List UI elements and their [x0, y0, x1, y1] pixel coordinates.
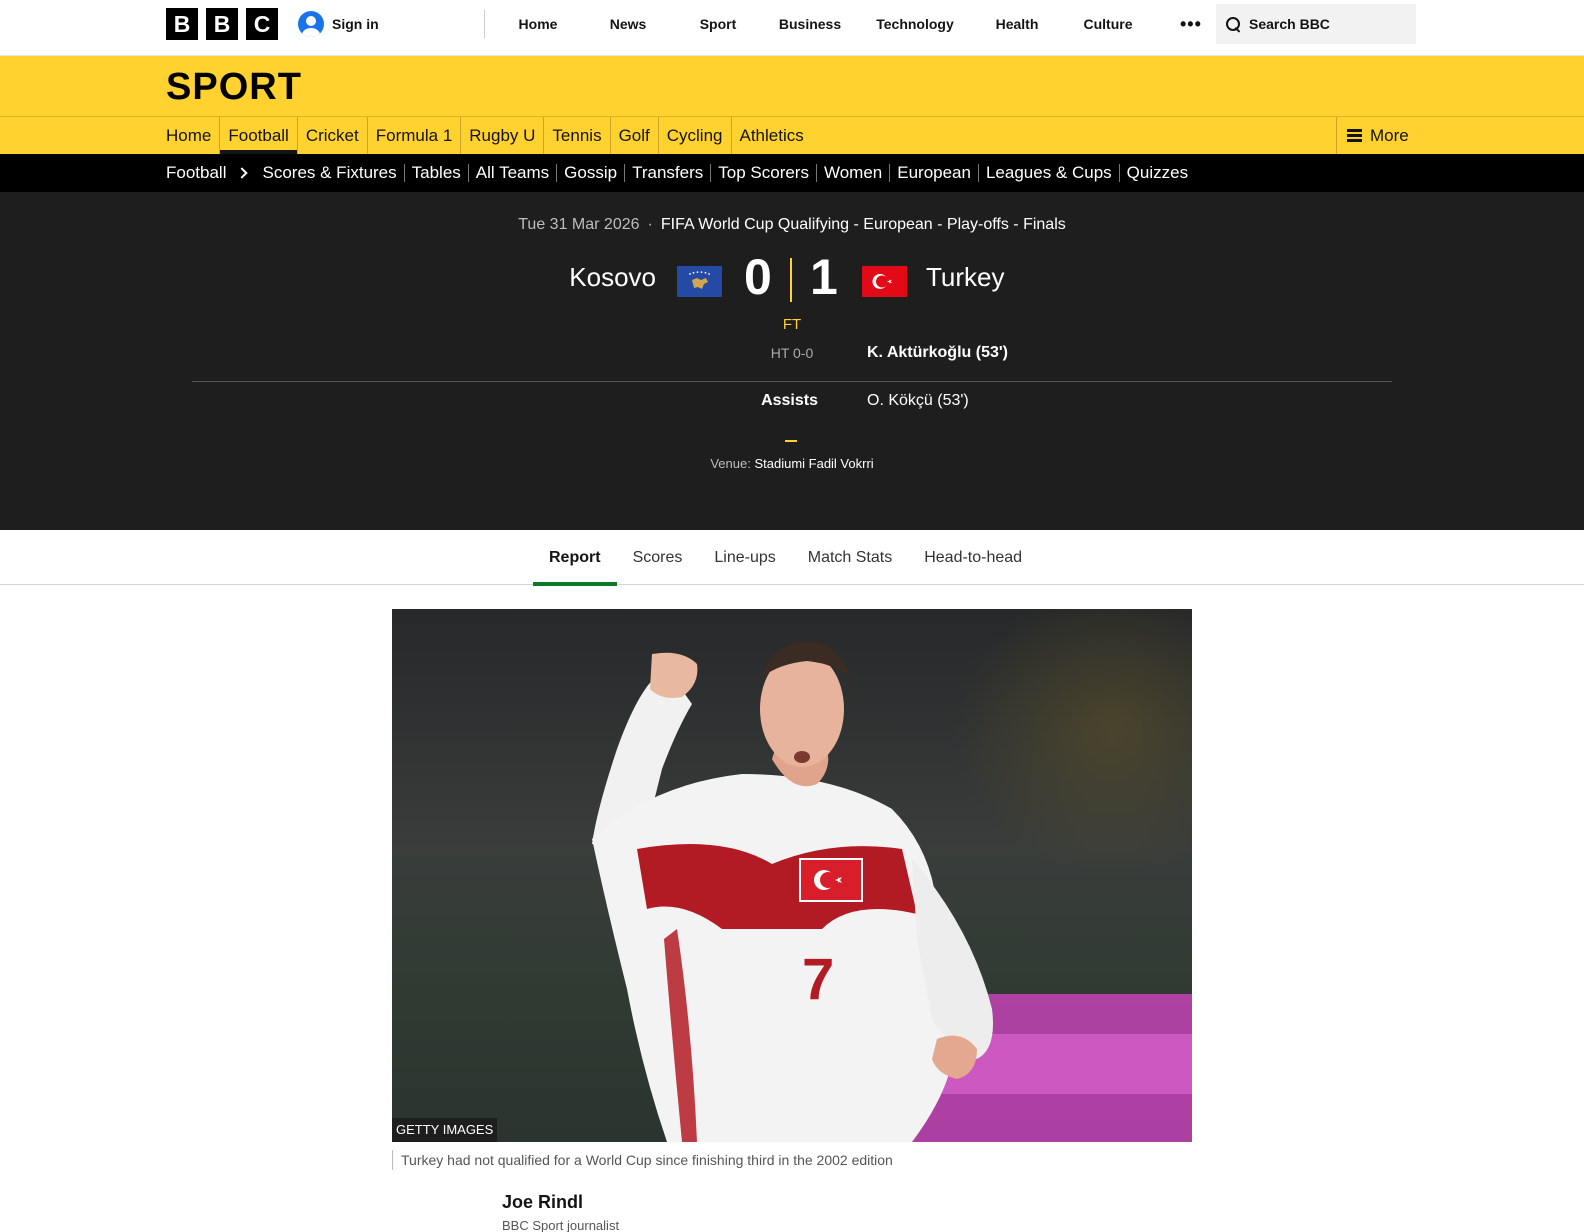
chevron-right-icon [236, 167, 249, 179]
sport-nav-formula-1[interactable]: Formula 1 [366, 117, 461, 154]
match-header: Tue 31 Mar 2026 · FIFA World Cup Qualifyin… [0, 192, 1584, 530]
user-icon [298, 11, 324, 37]
global-nav-health[interactable]: Health [970, 16, 1064, 32]
turkey-flag-icon [862, 266, 907, 297]
away-team-name[interactable]: Turkey [926, 262, 1005, 293]
bbc-logo-letter: B [166, 8, 198, 40]
tab-scores[interactable]: Scores [617, 530, 699, 585]
match-divider [192, 381, 1392, 382]
tab-match-stats[interactable]: Match Stats [792, 530, 908, 585]
sport-nav-athletics[interactable]: Athletics [730, 117, 812, 154]
more-menu-icon[interactable]: ••• [1180, 14, 1202, 35]
subnav-leagues-cups[interactable]: Leagues & Cups [977, 164, 1119, 182]
search-placeholder: Search BBC [1249, 16, 1330, 32]
search-icon [1226, 16, 1241, 32]
tab-head-to-head[interactable]: Head-to-head [908, 530, 1038, 585]
home-team-name[interactable]: Kosovo [569, 262, 656, 293]
global-header: B B C Sign in Home News Sport Business T… [0, 0, 1584, 56]
sport-nav-cycling[interactable]: Cycling [657, 117, 731, 154]
bbc-logo-letter: B [206, 8, 238, 40]
subnav-top-scorers[interactable]: Top Scorers [710, 164, 816, 182]
match-status: FT [782, 316, 802, 333]
global-nav-home[interactable]: Home [496, 16, 580, 32]
sport-nav: Home Football Cricket Formula 1 Rugby U … [166, 117, 812, 154]
subnav-transfers[interactable]: Transfers [624, 164, 710, 182]
sign-in-link[interactable]: Sign in [298, 11, 379, 37]
subnav-european[interactable]: European [889, 164, 978, 182]
competition-name[interactable]: FIFA World Cup Qualifying - European - P… [661, 216, 1066, 233]
sport-nav-rugby-union[interactable]: Rugby U [460, 117, 543, 154]
venue: Venue: Stadiumi Fadil Vokrri [0, 456, 1584, 471]
author-name[interactable]: Joe Rindl [502, 1192, 583, 1213]
breadcrumb-label: Football [166, 163, 227, 182]
subnav-scores-fixtures[interactable]: Scores & Fixtures [262, 164, 403, 182]
global-nav-news[interactable]: News [580, 16, 676, 32]
header-divider [484, 10, 485, 38]
global-nav-sport[interactable]: Sport [676, 16, 760, 32]
football-breadcrumb[interactable]: Football [166, 163, 252, 183]
bbc-logo-letter: C [246, 8, 278, 40]
author-role: BBC Sport journalist [502, 1218, 620, 1232]
assists-label: Assists [761, 392, 818, 409]
tab-line-ups[interactable]: Line-ups [698, 530, 791, 585]
hamburger-icon [1347, 129, 1362, 142]
image-caption: Turkey had not qualified for a World Cup… [392, 1150, 893, 1170]
away-assist: O. Kökçü (53') [867, 392, 969, 409]
kosovo-flag-icon [677, 266, 722, 297]
sport-nav-golf[interactable]: Golf [609, 117, 658, 154]
global-nav-culture[interactable]: Culture [1064, 16, 1152, 32]
match-date: Tue 31 Mar 2026 [518, 216, 640, 233]
shirt-number: 7 [802, 947, 834, 1012]
sport-nav-cricket[interactable]: Cricket [296, 117, 367, 154]
global-nav: Home News Sport Business Technology Heal… [496, 0, 1202, 48]
sport-nav-tennis[interactable]: Tennis [543, 117, 609, 154]
half-time-score: HT 0-0 [770, 345, 814, 361]
subnav-all-teams[interactable]: All Teams [467, 164, 556, 182]
image-credit: GETTY IMAGES [392, 1118, 498, 1142]
bbc-logo[interactable]: B B C [166, 8, 278, 40]
subnav-quizzes[interactable]: Quizzes [1118, 164, 1195, 182]
football-subnav: Football Scores & Fixtures Tables All Te… [0, 154, 1584, 192]
global-nav-technology[interactable]: Technology [860, 16, 970, 32]
accent-dash [785, 440, 797, 442]
match-tabs: Report Scores Line-ups Match Stats Head-… [0, 530, 1584, 586]
player-illustration: 7 [592, 641, 1192, 1142]
subnav-women[interactable]: Women [815, 164, 889, 182]
subnav-tables[interactable]: Tables [403, 164, 468, 182]
sign-in-label: Sign in [332, 16, 379, 32]
global-nav-business[interactable]: Business [760, 16, 860, 32]
sport-nav-football[interactable]: Football [219, 117, 298, 154]
search-box[interactable]: Search BBC [1216, 4, 1416, 44]
tab-report[interactable]: Report [533, 530, 617, 586]
venue-name: Stadiumi Fadil Vokrri [754, 456, 874, 471]
venue-label: Venue: [710, 456, 751, 471]
hero-image: 7 [392, 609, 1192, 1142]
sport-title[interactable]: SPORT [166, 66, 302, 109]
sport-more-button[interactable]: More [1336, 117, 1416, 154]
match-meta: Tue 31 Mar 2026 · FIFA World Cup Qualifyin… [0, 216, 1584, 234]
away-score: 1 [810, 249, 838, 305]
home-score: 0 [744, 249, 772, 305]
subnav-gossip[interactable]: Gossip [556, 164, 624, 182]
away-goal-scorer: K. Aktürkoğlu (53') [867, 344, 1008, 361]
sport-nav-home[interactable]: Home [166, 117, 219, 154]
sport-more-label: More [1370, 125, 1409, 145]
meta-separator: · [647, 216, 653, 233]
score-divider [790, 258, 792, 302]
